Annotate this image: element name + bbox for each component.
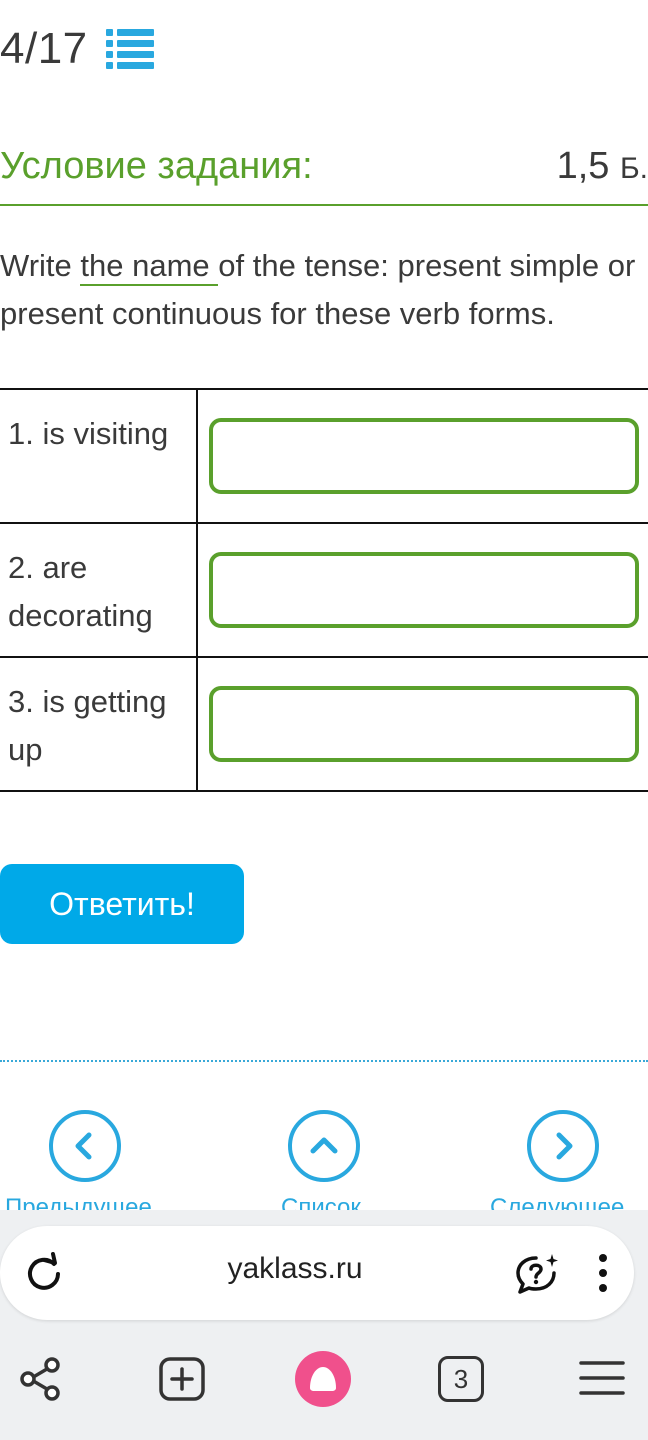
new-tab-icon[interactable] (158, 1356, 206, 1402)
prev-button[interactable] (49, 1110, 121, 1182)
question-row: 1. is visiting (0, 388, 648, 524)
task-counter-text: 4/17 (0, 24, 88, 73)
chevron-left-icon (75, 1132, 92, 1160)
reload-icon[interactable] (24, 1252, 64, 1292)
condition-divider (0, 204, 648, 206)
answer-input-3[interactable] (209, 686, 639, 762)
score-unit: Б. (619, 151, 648, 185)
task-text-highlight: the name (80, 248, 219, 286)
score: 1,5 Б. (557, 145, 648, 188)
score-value: 1,5 (556, 144, 610, 187)
answer-input-2[interactable] (209, 552, 639, 628)
question-table: 1. is visiting 2. are decorating 3. is g… (0, 388, 648, 792)
url-text[interactable]: yaklass.ru (160, 1252, 430, 1286)
share-icon[interactable] (18, 1356, 64, 1402)
answer-input-1[interactable] (209, 418, 639, 494)
menu-icon[interactable] (578, 1358, 626, 1398)
task-text-start: Write (0, 248, 81, 283)
task-text: Write the name of the tense: present sim… (0, 242, 648, 338)
question-label: 2. are decorating (0, 522, 198, 658)
page: 4/17 Условие задания: 1,5 Б. Write the n… (0, 0, 648, 1440)
more-vertical-icon[interactable] (596, 1252, 610, 1294)
question-label: 1. is visiting (0, 388, 198, 524)
chevron-up-icon (310, 1137, 338, 1154)
dotted-divider (0, 1060, 648, 1062)
question-row: 2. are decorating (0, 522, 648, 658)
answer-cell (197, 522, 648, 658)
task-counter: 4/17 (0, 22, 154, 76)
chat-question-icon[interactable] (514, 1252, 560, 1296)
list-icon[interactable] (105, 27, 154, 71)
tabs-button[interactable]: 3 (438, 1356, 484, 1402)
answer-cell (197, 656, 648, 792)
alice-icon[interactable] (294, 1350, 352, 1408)
condition-title: Условие задания: (0, 144, 313, 187)
question-row: 3. is getting up (0, 656, 648, 792)
next-button[interactable] (527, 1110, 599, 1182)
submit-button[interactable]: Ответить! (0, 864, 244, 944)
answer-cell (197, 388, 648, 524)
question-label: 3. is getting up (0, 656, 198, 792)
list-button[interactable] (288, 1110, 360, 1182)
chevron-right-icon (556, 1132, 573, 1160)
condition-header: Условие задания: 1,5 Б. (0, 138, 648, 194)
